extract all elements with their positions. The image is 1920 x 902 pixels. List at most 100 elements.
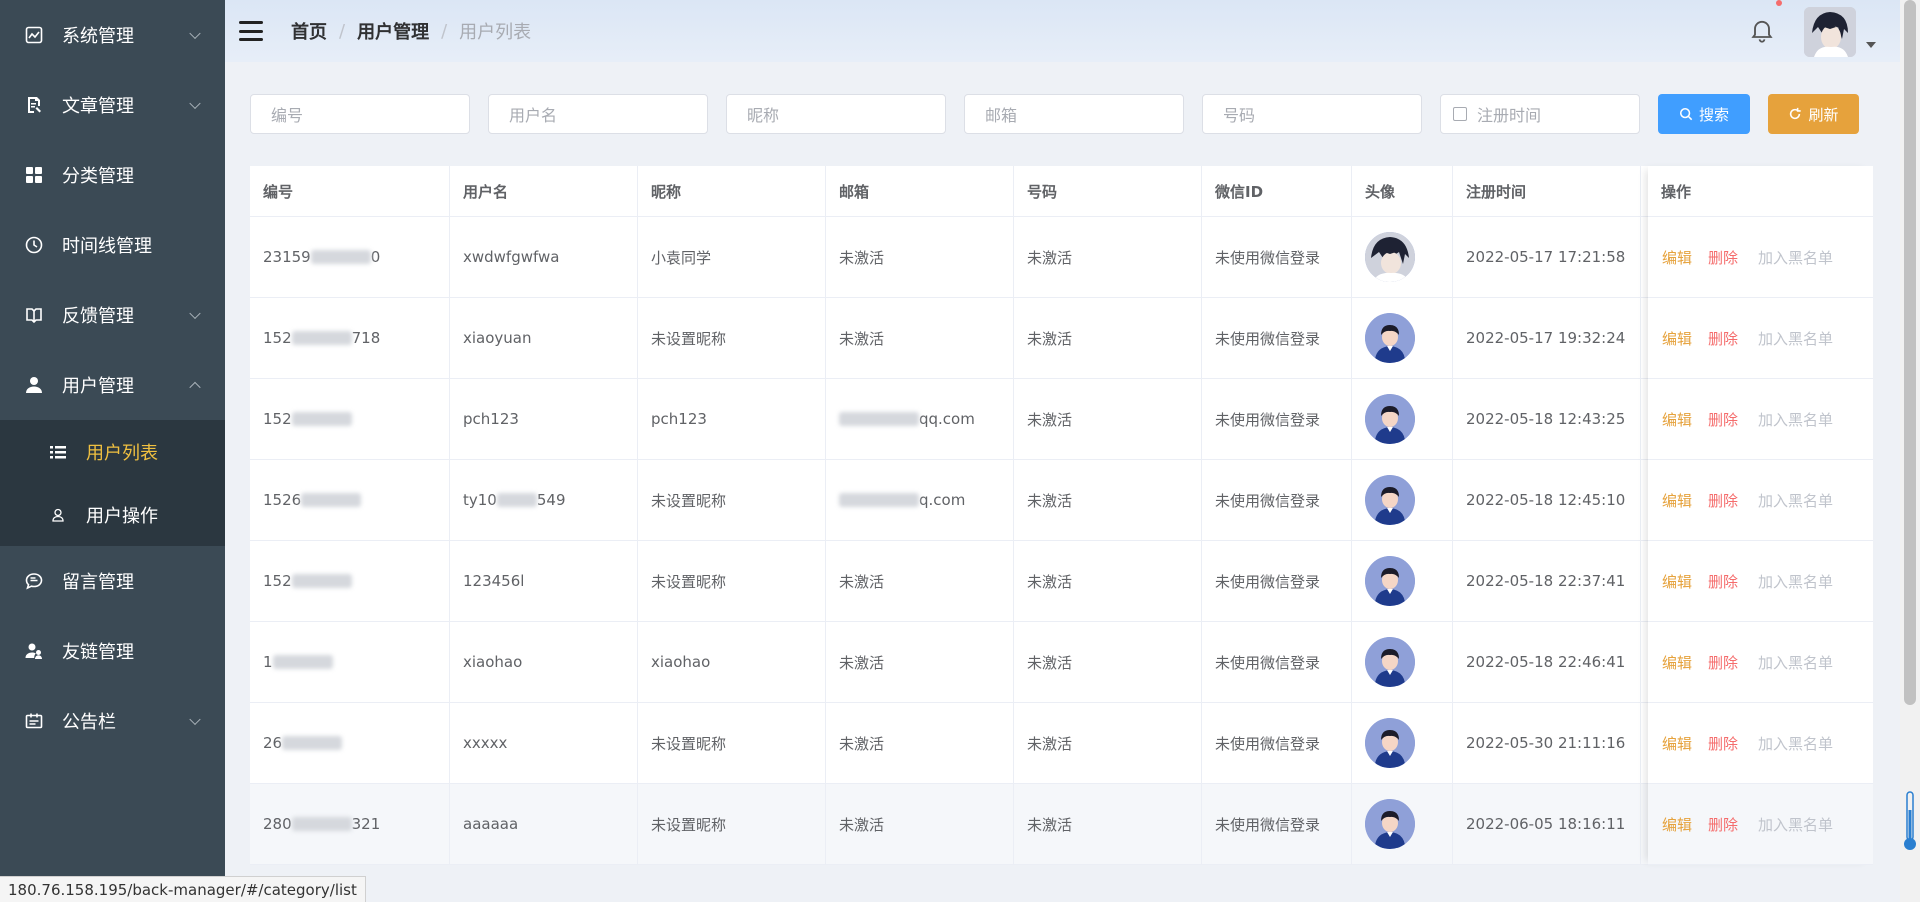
sidebar-item-bottom-1[interactable]: 友链管理 (0, 616, 225, 686)
email-cell: q.com (919, 491, 966, 509)
chevron-down-icon (189, 307, 201, 320)
table-cell: xiaohao (450, 622, 638, 702)
scrollbar-thumb[interactable] (1904, 0, 1916, 705)
edit-button[interactable]: 编辑 (1662, 409, 1692, 430)
edit-button[interactable]: 编辑 (1662, 814, 1692, 835)
sidebar-item-top-5[interactable]: 用户管理 (0, 350, 225, 420)
username-search-input[interactable]: 用户名 (488, 94, 708, 134)
breadcrumb-current: 用户列表 (459, 22, 532, 43)
blacklist-button[interactable]: 加入黑名单 (1758, 652, 1833, 673)
sidebar-item-top-1[interactable]: 文章管理 (0, 70, 225, 140)
table-cell (1352, 541, 1453, 621)
table-cell: 未使用微信登录 (1202, 784, 1352, 864)
user-id-visible: 152 (263, 572, 292, 590)
user-avatar-image (1365, 799, 1415, 849)
edit-button[interactable]: 编辑 (1662, 571, 1692, 592)
blacklist-button[interactable]: 加入黑名单 (1758, 814, 1833, 835)
submenu-item-1[interactable]: 用户操作 (0, 483, 225, 546)
table-cell: 未使用微信登录 (1202, 622, 1352, 702)
sidebar-item-top-3[interactable]: 时间线管理 (0, 210, 225, 280)
table-cell: 未激活 (1014, 541, 1202, 621)
nickname-cell: 未设置昵称 (651, 329, 727, 348)
chevron-down-icon (189, 27, 201, 40)
sidebar-item-top-2[interactable]: 分类管理 (0, 140, 225, 210)
edit-button[interactable]: 编辑 (1662, 490, 1692, 511)
operations-row: 编辑 删除 加入黑名单 (1648, 217, 1873, 298)
breadcrumb-home[interactable]: 首页 (291, 18, 327, 44)
sidebar-item-top-4[interactable]: 反馈管理 (0, 280, 225, 350)
blacklist-button[interactable]: 加入黑名单 (1758, 733, 1833, 754)
table-cell: 2022-06-05 18:16:11 (1453, 784, 1641, 864)
table-cell: pch123 (450, 379, 638, 459)
hamburger-menu-icon[interactable] (239, 21, 263, 41)
register-time-picker[interactable]: 注册时间 (1440, 94, 1640, 134)
chevron-down-icon[interactable] (1866, 42, 1876, 48)
bell-icon[interactable] (1748, 16, 1776, 44)
register-time-cell: 2022-05-17 17:21:58 (1466, 248, 1626, 266)
page-scrollbar[interactable] (1900, 0, 1920, 902)
delete-button[interactable]: 删除 (1708, 409, 1738, 430)
refresh-button[interactable]: 刷新 (1768, 94, 1859, 134)
phone-search-input[interactable]: 号码 (1202, 94, 1422, 134)
redacted-text (301, 493, 362, 507)
delete-button[interactable]: 删除 (1708, 247, 1738, 268)
operations-row: 编辑 删除 加入黑名单 (1648, 460, 1873, 541)
email-cell: 未激活 (839, 248, 885, 267)
table-row[interactable]: 1526 ty10 549 未设置昵称 q.com 未激活 未使用微信登录 2022-05-1… (250, 460, 1873, 541)
op-column-header: 操作 (1648, 166, 1873, 217)
table-header: 编号用户名昵称邮箱号码微信ID头像注册时间登录时间 (250, 166, 1873, 217)
email-search-input[interactable]: 邮箱 (964, 94, 1184, 134)
wechat-cell: 未使用微信登录 (1215, 734, 1321, 753)
edit-button[interactable]: 编辑 (1662, 733, 1692, 754)
delete-button[interactable]: 删除 (1708, 490, 1738, 511)
book-icon (24, 305, 44, 325)
sidebar-item-label: 文章管理 (62, 96, 134, 117)
wechat-cell: 未使用微信登录 (1215, 329, 1321, 348)
blacklist-button[interactable]: 加入黑名单 (1758, 328, 1833, 349)
delete-button[interactable]: 删除 (1708, 328, 1738, 349)
sidebar-item-bottom-0[interactable]: 留言管理 (0, 546, 225, 616)
sidebar-item-bottom-2[interactable]: 公告栏 (0, 686, 225, 756)
user-avatar-image (1365, 556, 1415, 606)
table-row[interactable]: 152 pch123 pch123 qq.com 未激活 未使用微信登录 2022-05-1… (250, 379, 1873, 460)
redacted-text (310, 250, 371, 264)
search-button[interactable]: 搜索 (1658, 94, 1750, 134)
sidebar-item-label: 公告栏 (62, 712, 116, 733)
user-avatar[interactable] (1804, 7, 1856, 57)
edit-button[interactable]: 编辑 (1662, 328, 1692, 349)
table-cell: 未激活 (1014, 379, 1202, 459)
delete-button[interactable]: 删除 (1708, 814, 1738, 835)
user-id-suffix: 0 (370, 248, 381, 266)
browser-status-url: 180.76.158.195/back-manager/#/category/l… (0, 876, 366, 902)
table-cell: 2022-05-18 22:46:41 (1453, 622, 1641, 702)
blacklist-button[interactable]: 加入黑名单 (1758, 490, 1833, 511)
table-row[interactable]: 152 123456l 未设置昵称 未激活 未激活 未使用微信登录 2022-05-18 2… (250, 541, 1873, 622)
edit-button[interactable]: 编辑 (1662, 652, 1692, 673)
edit-button[interactable]: 编辑 (1662, 247, 1692, 268)
sidebar-item-top-0[interactable]: 系统管理 (0, 0, 225, 70)
phone-cell: 未激活 (1027, 815, 1073, 834)
thermometer-icon (1904, 791, 1916, 850)
table-row[interactable]: 280 321 aaaaaa 未设置昵称 未激活 未激活 未使用微信登录 2022-06-05… (250, 784, 1873, 865)
blacklist-button[interactable]: 加入黑名单 (1758, 571, 1833, 592)
breadcrumb-user-management[interactable]: 用户管理 (357, 18, 429, 44)
table-row[interactable]: 26 xxxxx 未设置昵称 未激活 未激活 未使用微信登录 2022-05-30 21:1… (250, 703, 1873, 784)
delete-button[interactable]: 删除 (1708, 571, 1738, 592)
breadcrumb-separator: / (339, 20, 346, 42)
table-cell: 23159 0 (250, 217, 450, 297)
table-cell: 2022-05-17 17:21:58 (1453, 217, 1641, 297)
table-row[interactable]: 1 xiaohao xiaohao 未激活 未激活 未使用微信登录 2022-05-18 2… (250, 622, 1873, 703)
table-cell: ty10 549 (450, 460, 638, 540)
phone-cell: 未激活 (1027, 491, 1073, 510)
table-cell: 未激活 (826, 298, 1014, 378)
table-row[interactable]: 152 718 xiaoyuan 未设置昵称 未激活 未激活 未使用微信登录 2022-05-… (250, 298, 1873, 379)
id-search-input[interactable]: 编号 (250, 94, 470, 134)
column-header: 头像 (1352, 166, 1453, 216)
submenu-item-0[interactable]: 用户列表 (0, 420, 225, 483)
blacklist-button[interactable]: 加入黑名单 (1758, 409, 1833, 430)
nickname-search-input[interactable]: 昵称 (726, 94, 946, 134)
delete-button[interactable]: 删除 (1708, 652, 1738, 673)
delete-button[interactable]: 删除 (1708, 733, 1738, 754)
table-row[interactable]: 23159 0 xwdwfgwfwa 小袁同学 未激活 未激活 未使用微信登录 2022-05… (250, 217, 1873, 298)
blacklist-button[interactable]: 加入黑名单 (1758, 247, 1833, 268)
